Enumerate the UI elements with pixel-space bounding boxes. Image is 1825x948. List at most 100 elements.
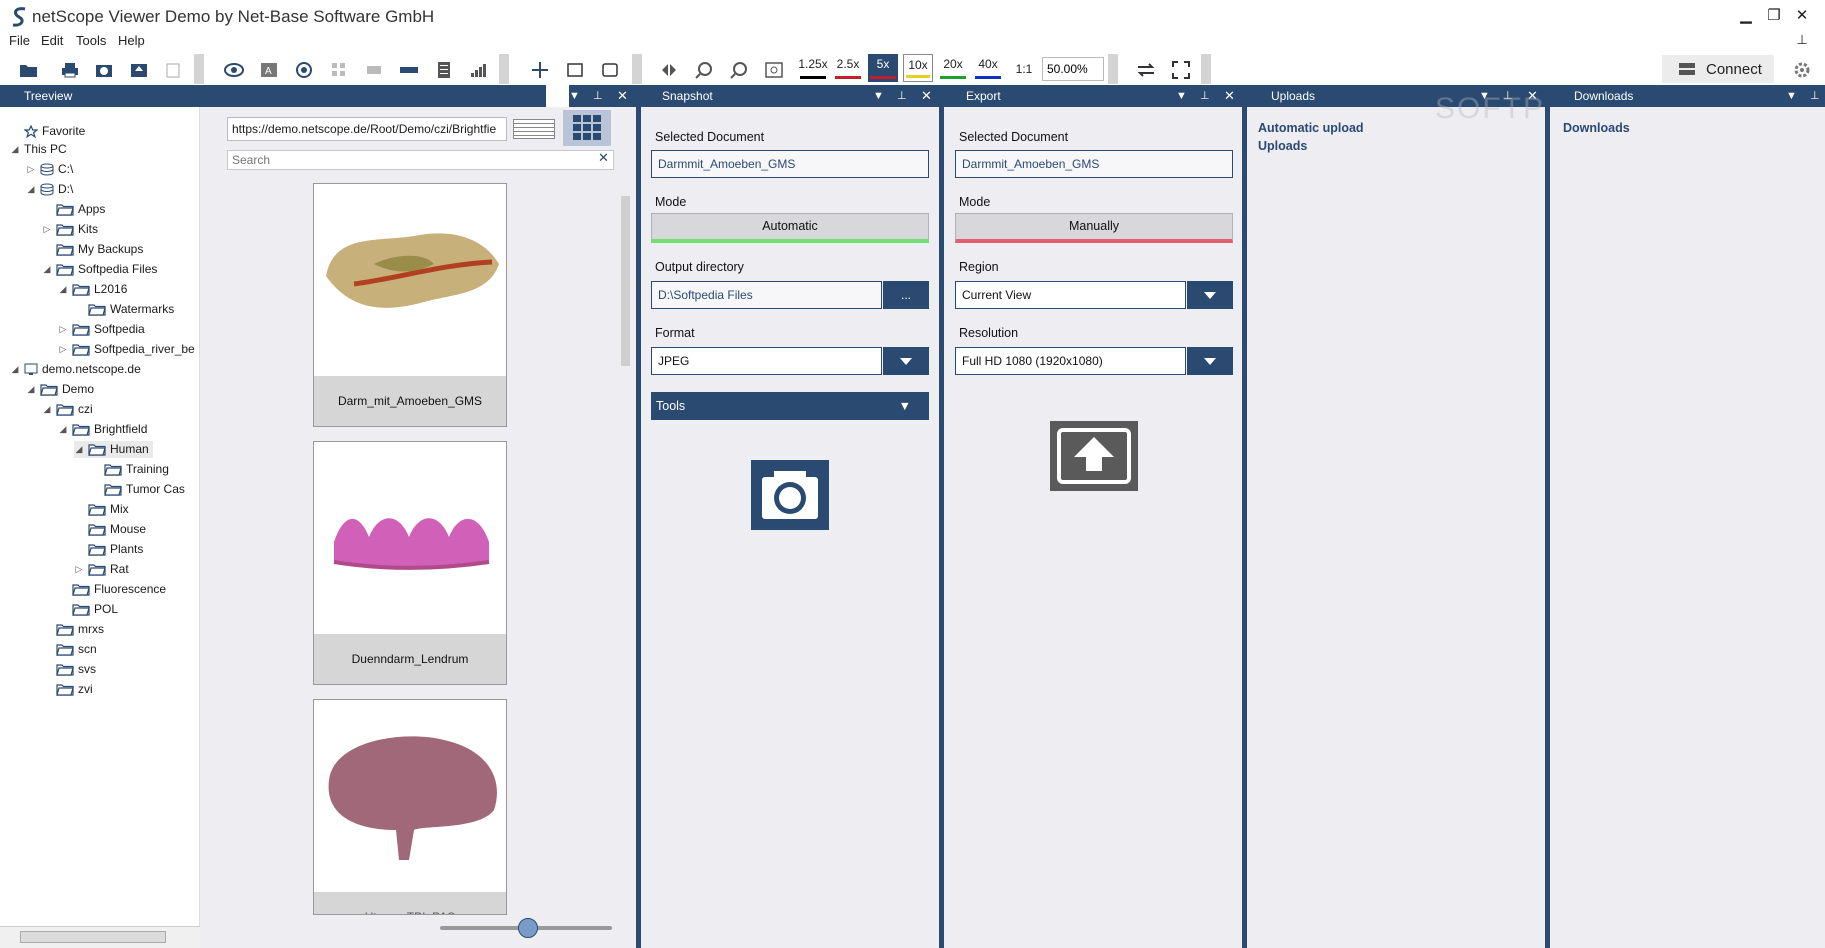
thumbnail-card[interactable]: Darm_mit_Amoeben_GMS [313, 183, 507, 427]
tree-item[interactable]: zvi [42, 681, 93, 698]
expand-arrow-icon[interactable]: ◢ [42, 401, 52, 418]
export-icon[interactable] [126, 57, 152, 83]
tree-item[interactable]: ◢ Softpedia Files [42, 261, 158, 278]
mag-2.5x[interactable]: 2.5x [833, 54, 863, 82]
signal-icon[interactable] [466, 57, 492, 83]
region-dropdown-button[interactable] [1187, 281, 1233, 309]
tree-item[interactable]: ▷ Softpedia [58, 321, 145, 338]
expand-arrow-icon[interactable]: ◢ [10, 141, 20, 158]
expand-arrow-icon[interactable]: ◢ [10, 361, 20, 378]
mag-1.25x[interactable]: 1.25x [798, 54, 828, 82]
zoom-out-icon[interactable] [726, 57, 752, 83]
menu-help[interactable]: Help [118, 33, 145, 48]
tree-item[interactable]: ▷ Softpedia_river_be [58, 341, 195, 358]
resolution-dropdown-button[interactable] [1187, 347, 1233, 375]
thumbnail-card[interactable]: Duenndarm_Lendrum [313, 441, 507, 685]
menu-tools[interactable]: Tools [76, 33, 106, 48]
tree-item[interactable]: Mix [74, 501, 129, 518]
browser-scrollbar[interactable] [620, 192, 632, 914]
zoom-input[interactable] [1042, 57, 1104, 81]
pin-icon[interactable]: ⊥ [1790, 28, 1814, 52]
navigate-icon[interactable] [656, 57, 682, 83]
tree-item[interactable]: ▷ C:\ [26, 161, 74, 178]
tree-item[interactable]: ▷ Rat [74, 561, 129, 578]
edit-note-icon[interactable] [161, 57, 187, 83]
tree-item[interactable]: ◢ Human [74, 441, 153, 458]
output-directory-field[interactable]: D:\Softpedia Files [651, 281, 882, 309]
connect-button[interactable]: Connect [1662, 55, 1774, 83]
minimize-button[interactable]: ▁ [1734, 4, 1758, 28]
close-icon[interactable]: ✕ [921, 85, 932, 107]
expand-arrow-icon[interactable]: ▷ [26, 161, 36, 178]
tree-item[interactable]: ◢ czi [42, 401, 93, 418]
expand-arrow-icon[interactable]: ▷ [58, 321, 68, 338]
downloads-link[interactable]: Downloads [1563, 121, 1630, 135]
region-select-icon[interactable] [597, 57, 623, 83]
automatic-upload-link[interactable]: Automatic upload [1258, 121, 1364, 135]
mag-20x[interactable]: 20x [938, 54, 968, 82]
open-folder-icon[interactable] [16, 57, 42, 83]
layer-icon[interactable] [361, 57, 387, 83]
expand-arrow-icon[interactable]: ◢ [42, 261, 52, 278]
uploads-link[interactable]: Uploads [1258, 139, 1307, 153]
expand-arrow-icon[interactable]: ◢ [26, 381, 36, 398]
format-select[interactable]: JPEG [651, 347, 882, 375]
tree-item[interactable]: ◢ D:\ [26, 181, 74, 198]
tree-item[interactable]: ◢ demo.netscope.de [10, 361, 141, 378]
browse-button[interactable]: ... [883, 281, 929, 309]
list-view-icon[interactable] [513, 119, 555, 139]
selected-document-field[interactable]: Darmmit_Amoeben_GMS [955, 150, 1233, 178]
menu-edit[interactable]: Edit [41, 33, 63, 48]
close-icon[interactable]: ✕ [617, 85, 628, 107]
zoom-in-icon[interactable] [691, 57, 717, 83]
tree-item[interactable]: Mouse [74, 521, 146, 538]
pin-icon[interactable]: ⊥ [897, 85, 907, 107]
tree-item[interactable]: My Backups [42, 241, 143, 258]
pin-icon[interactable]: ⊥ [593, 85, 603, 107]
tree-item[interactable]: ◢ Demo [26, 381, 94, 398]
eye-icon[interactable] [221, 57, 247, 83]
tree-item[interactable]: ◢ This PC [10, 141, 67, 158]
close-window-button[interactable]: ✕ [1790, 4, 1814, 28]
restore-icon[interactable]: ❐ [1762, 4, 1786, 28]
expand-arrow-icon[interactable]: ▷ [42, 221, 52, 238]
export-button[interactable] [1050, 421, 1138, 491]
mag-1-to-1[interactable]: 1:1 [1009, 59, 1039, 87]
tree-item[interactable]: scn [42, 641, 97, 658]
grid-tool-icon[interactable] [326, 57, 352, 83]
url-field[interactable]: https://demo.netscope.de/Root/Demo/czi/B… [227, 117, 507, 141]
annotation-icon[interactable]: A [256, 57, 282, 83]
fullscreen-icon[interactable] [1168, 57, 1194, 83]
fit-view-icon[interactable] [761, 57, 787, 83]
dropdown-icon[interactable]: ▼ [873, 85, 884, 107]
selected-document-field[interactable]: Darmmit_Amoeben_GMS [651, 150, 929, 178]
tools-expander[interactable]: Tools ▼ [651, 392, 929, 420]
tree-item[interactable]: Fluorescence [58, 581, 166, 598]
mode-toggle-button[interactable]: Manually [955, 213, 1233, 243]
expand-arrow-icon[interactable]: ◢ [26, 181, 36, 198]
tree-item[interactable]: Plants [74, 541, 143, 558]
swap-icon[interactable] [1133, 57, 1159, 83]
region-select[interactable]: Current View [955, 281, 1186, 309]
tree-item[interactable]: ▷ Kits [42, 221, 98, 238]
clear-search-icon[interactable]: ✕ [598, 150, 609, 166]
pin-icon[interactable]: ⊥ [1810, 85, 1820, 107]
mag-10x[interactable]: 10x [903, 54, 933, 82]
dropdown-icon[interactable]: ▼ [1176, 85, 1187, 107]
expand-arrow-icon[interactable]: ◢ [58, 421, 68, 438]
expand-arrow-icon[interactable]: ◢ [58, 281, 68, 298]
thumbnail-card[interactable]: Uterus_TPI_PAS [313, 699, 507, 915]
tree-item[interactable]: svs [42, 661, 96, 678]
slider-thumb[interactable] [518, 918, 538, 938]
mag-40x[interactable]: 40x [973, 54, 1003, 82]
dropdown-icon[interactable]: ▼ [569, 85, 580, 107]
search-input[interactable] [227, 150, 614, 170]
tree-item[interactable]: POL [58, 601, 118, 618]
document-icon[interactable] [431, 57, 457, 83]
rectangle-select-icon[interactable] [562, 57, 588, 83]
move-tool-icon[interactable] [527, 57, 553, 83]
tree-item[interactable]: Tumor Cas [90, 481, 185, 498]
expand-arrow-icon[interactable]: ▷ [74, 561, 84, 578]
tree-item[interactable]: ◢ Brightfield [58, 421, 148, 438]
ruler-icon[interactable] [396, 57, 422, 83]
